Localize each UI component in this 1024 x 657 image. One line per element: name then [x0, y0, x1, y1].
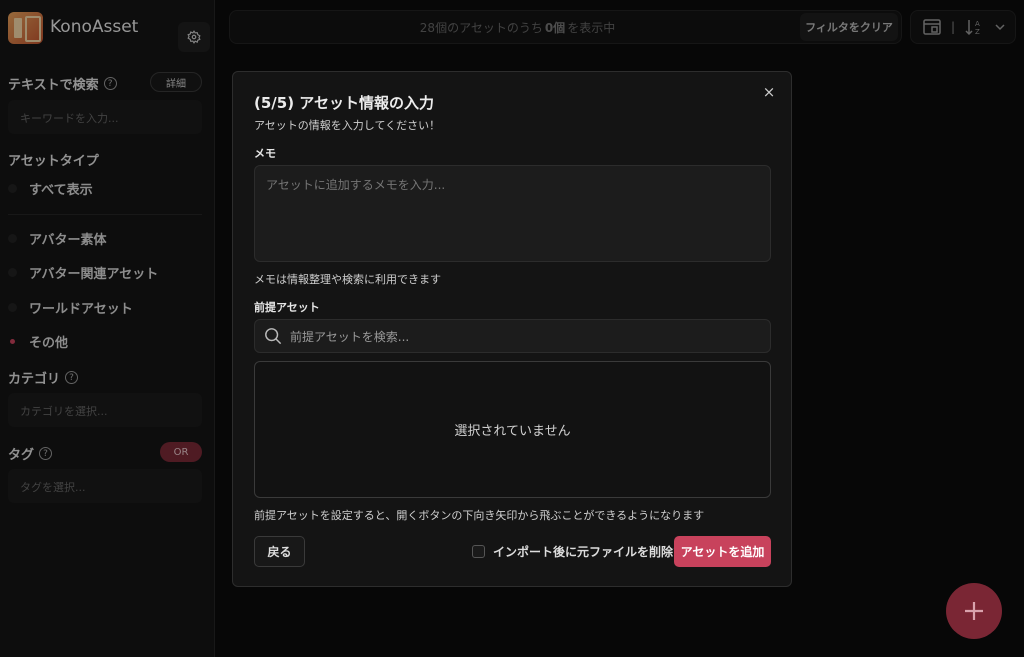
add-asset-button[interactable]: アセットを追加	[674, 536, 771, 567]
delete-source-label: インポート後に元ファイルを削除する	[493, 545, 698, 559]
prereq-label: 前提アセット	[254, 301, 320, 314]
prereq-hint: 前提アセットを設定すると、開くボタンの下向き矢印から飛ぶことができるようになりま…	[254, 509, 705, 522]
memo-textarea[interactable]	[254, 165, 771, 262]
memo-label: メモ	[254, 147, 276, 160]
back-button[interactable]: 戻る	[254, 536, 305, 567]
prereq-search-input[interactable]: 前提アセットを検索...	[254, 319, 771, 353]
search-icon	[265, 328, 282, 345]
prereq-search-placeholder: 前提アセットを検索...	[290, 329, 410, 344]
delete-source-option[interactable]: インポート後に元ファイルを削除する	[472, 543, 697, 560]
prereq-empty-text: 選択されていません	[454, 424, 571, 439]
close-icon[interactable]: ×	[761, 83, 777, 101]
asset-info-dialog: × (5/5) アセット情報の入力 アセットの情報を入力してください！ メモ メ…	[232, 71, 792, 587]
memo-hint: メモは情報整理や検索に利用できます	[254, 273, 441, 286]
dialog-subtitle: アセットの情報を入力してください！	[254, 119, 441, 132]
prereq-selection-area: 選択されていません	[254, 361, 771, 498]
add-fab-button[interactable]	[946, 583, 1002, 639]
delete-source-checkbox[interactable]	[472, 545, 485, 558]
plus-icon	[965, 602, 983, 620]
dialog-title: (5/5) アセット情報の入力	[254, 94, 434, 112]
